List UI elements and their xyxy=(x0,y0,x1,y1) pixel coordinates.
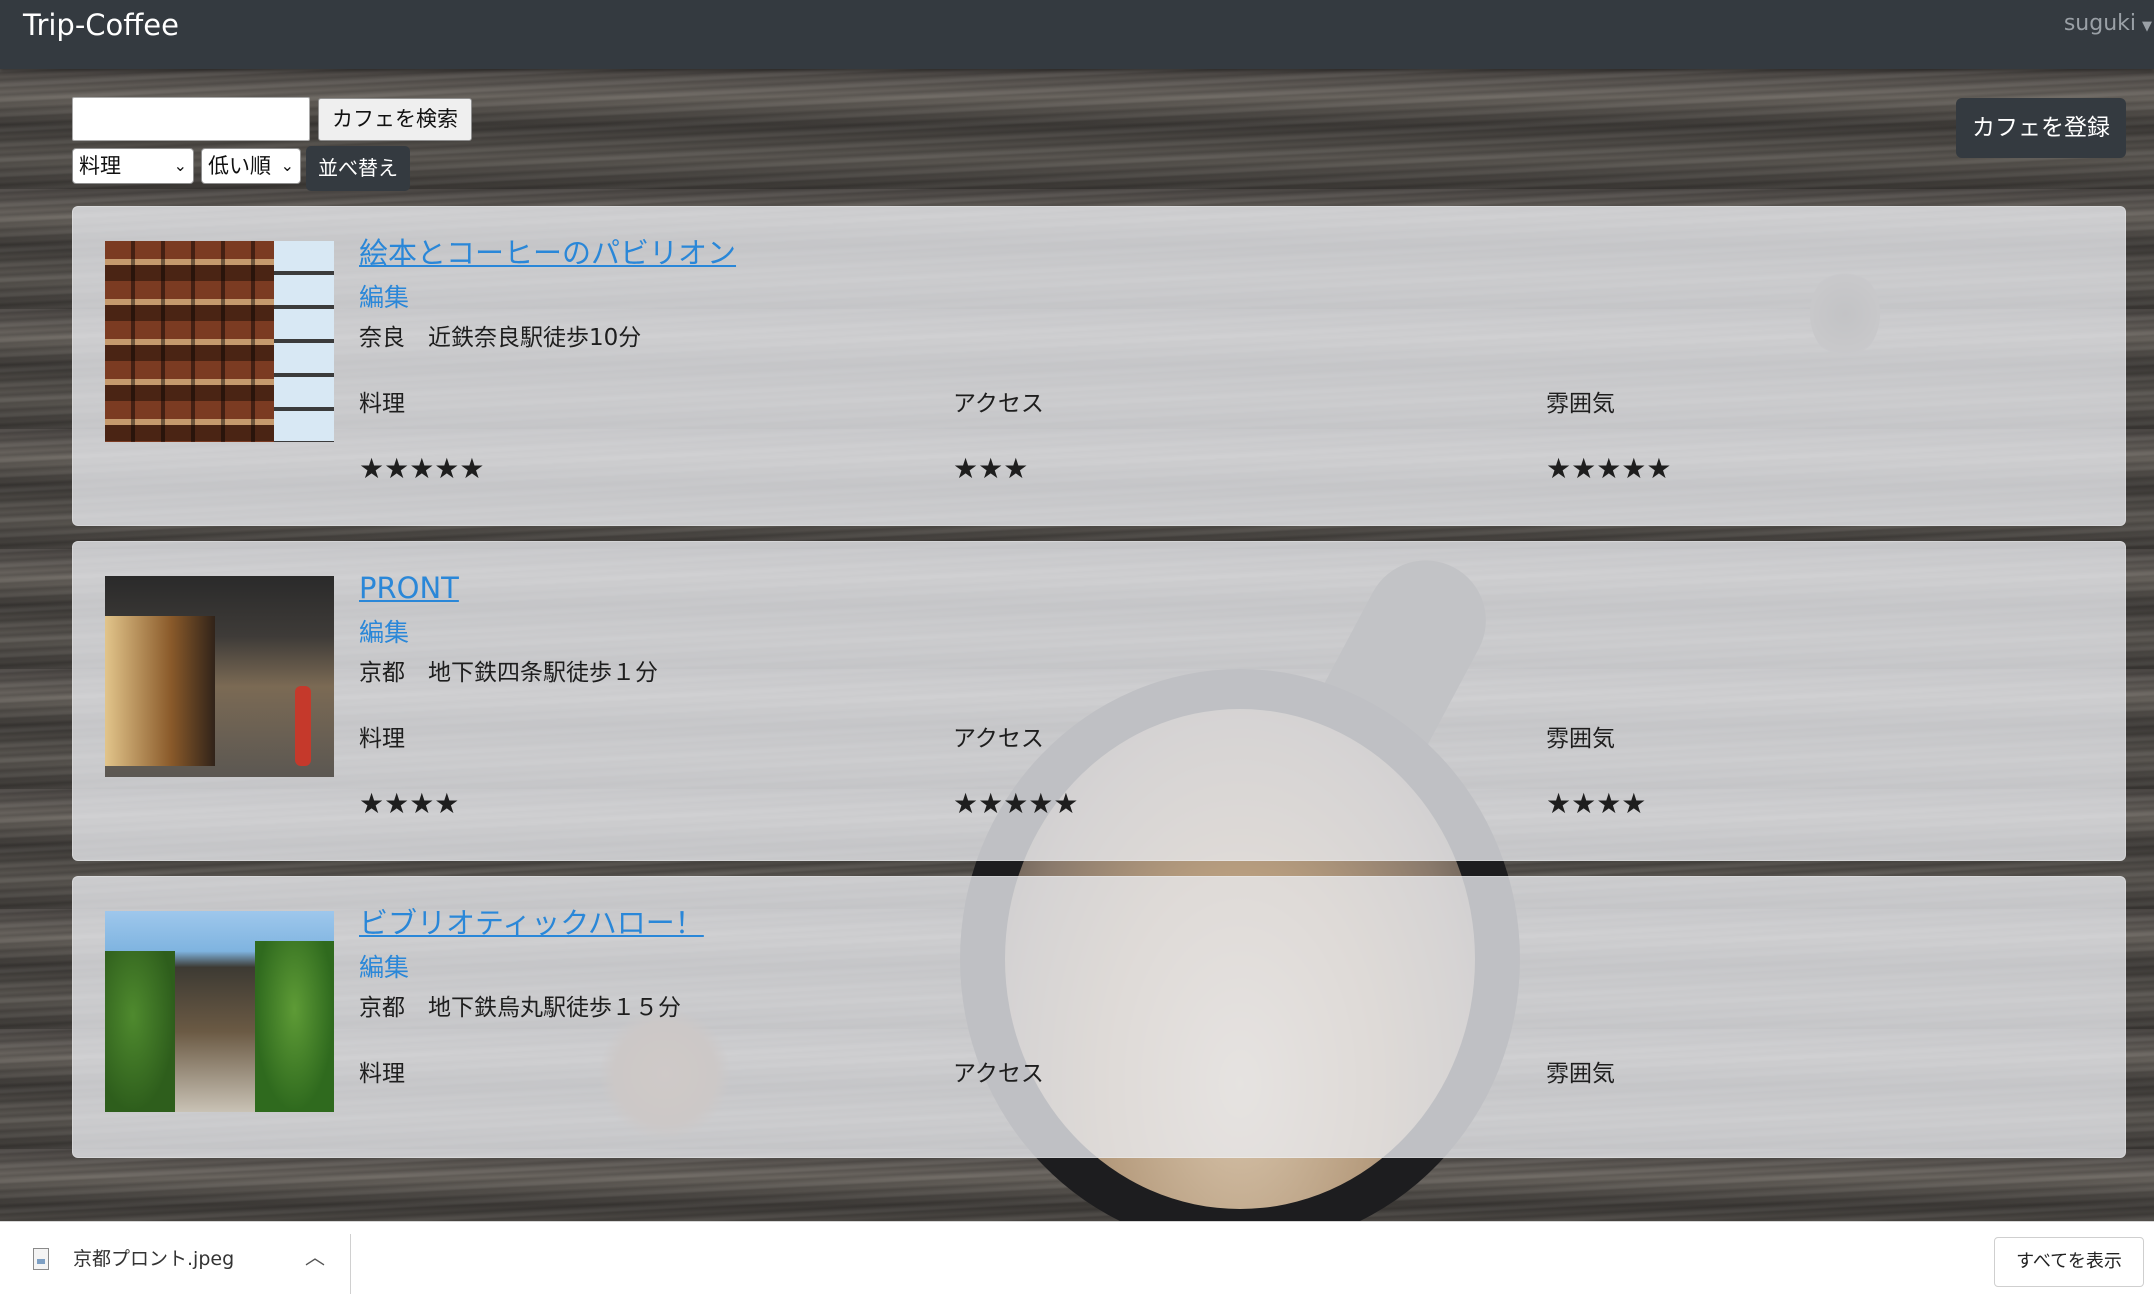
cafe-name-link[interactable]: 絵本とコーヒーのパビリオン xyxy=(359,235,736,271)
cafe-thumbnail[interactable] xyxy=(105,576,334,777)
top-navbar: Trip-Coffee suguki ▼ xyxy=(0,0,2154,69)
edit-link[interactable]: 編集 xyxy=(359,953,409,983)
cafe-card: 絵本とコーヒーのパビリオン 編集 奈良 近鉄奈良駅徒歩10分 料理 アクセス 雰… xyxy=(72,206,2126,526)
cafe-card: PRONT 編集 京都 地下鉄四条駅徒歩１分 料理 アクセス 雰囲気 ★★★★ … xyxy=(72,541,2126,861)
caret-down-icon: ▼ xyxy=(2142,19,2152,34)
download-bar: 京都プロント.jpeg ︿ すべてを表示 xyxy=(0,1221,2154,1304)
cafe-thumbnail[interactable] xyxy=(105,241,334,442)
show-all-button[interactable]: すべてを表示 xyxy=(1994,1237,2144,1287)
user-dropdown[interactable]: suguki ▼ xyxy=(2064,8,2152,43)
atmosphere-rating-stars: ★★★★★ xyxy=(1546,452,1672,485)
edit-link[interactable]: 編集 xyxy=(359,283,409,313)
food-rating-stars: ★★★★★ xyxy=(359,452,485,485)
food-rating-label: 料理 xyxy=(359,726,405,752)
search-input[interactable] xyxy=(72,97,310,141)
cafe-thumbnail[interactable] xyxy=(105,911,334,1112)
food-rating-stars: ★★★★ xyxy=(359,787,460,820)
cafe-name-link[interactable]: ビブリオティックハロー！ xyxy=(359,905,704,941)
divider xyxy=(350,1234,351,1294)
access-rating-stars: ★★★ xyxy=(953,452,1029,485)
access-rating-label: アクセス xyxy=(953,1061,1044,1087)
search-cafe-button[interactable]: カフェを検索 xyxy=(318,98,472,141)
cafe-location: 京都 地下鉄烏丸駅徒歩１５分 xyxy=(359,995,681,1021)
sort-order-select[interactable]: 低い順 ⌄ xyxy=(201,148,301,184)
access-rating-label: アクセス xyxy=(953,726,1044,752)
cafe-location: 奈良 近鉄奈良駅徒歩10分 xyxy=(359,325,642,351)
brand-logo-link[interactable]: Trip-Coffee xyxy=(23,6,179,44)
sort-category-select[interactable]: 料理 ⌄ xyxy=(72,148,194,184)
atmosphere-rating-stars: ★★★★ xyxy=(1546,787,1647,820)
image-file-icon xyxy=(33,1248,49,1270)
cafe-card: ビブリオティックハロー！ 編集 京都 地下鉄烏丸駅徒歩１５分 料理 アクセス 雰… xyxy=(72,876,2126,1158)
sort-order-value: 低い順 xyxy=(208,154,271,178)
edit-link[interactable]: 編集 xyxy=(359,618,409,648)
food-rating-label: 料理 xyxy=(359,1061,405,1087)
access-rating-label: アクセス xyxy=(953,391,1044,417)
food-rating-label: 料理 xyxy=(359,391,405,417)
register-cafe-button[interactable]: カフェを登録 xyxy=(1956,98,2126,158)
cafe-name-link[interactable]: PRONT xyxy=(359,570,459,606)
chevron-up-icon[interactable]: ︿ xyxy=(305,1244,325,1270)
cafe-location: 京都 地下鉄四条駅徒歩１分 xyxy=(359,660,658,686)
chevron-down-icon: ⌄ xyxy=(280,156,294,175)
downloaded-file-name[interactable]: 京都プロント.jpeg xyxy=(73,1246,234,1272)
atmosphere-rating-label: 雰囲気 xyxy=(1546,726,1615,752)
access-rating-stars: ★★★★★ xyxy=(953,787,1079,820)
atmosphere-rating-label: 雰囲気 xyxy=(1546,391,1615,417)
sort-button[interactable]: 並べ替え xyxy=(306,146,410,191)
user-name: suguki xyxy=(2063,11,2136,36)
sort-category-value: 料理 xyxy=(79,154,121,178)
chevron-down-icon: ⌄ xyxy=(173,156,187,175)
atmosphere-rating-label: 雰囲気 xyxy=(1546,1061,1615,1087)
